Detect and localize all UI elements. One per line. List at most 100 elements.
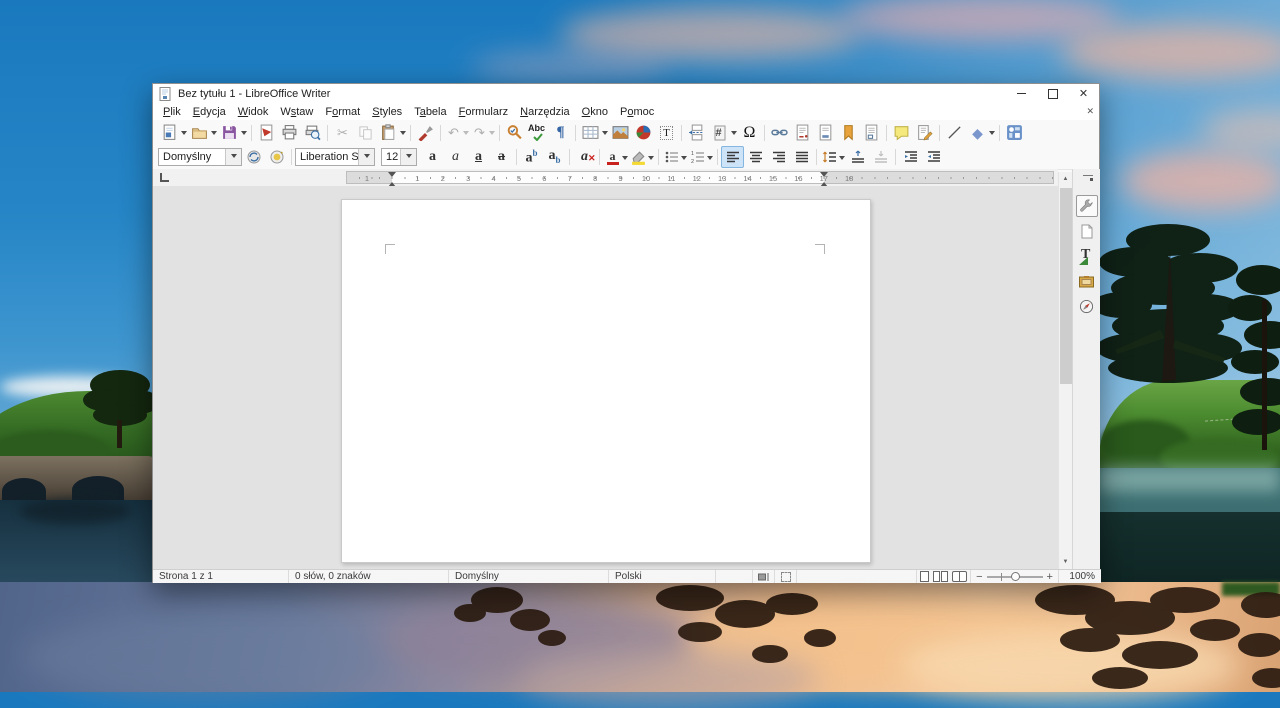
justify-button[interactable] xyxy=(790,146,813,168)
shapes-dropdown-arrow[interactable] xyxy=(989,131,995,138)
menu-edycja[interactable]: Edycja xyxy=(187,105,232,119)
sidebar-tab-properties[interactable] xyxy=(1076,195,1098,217)
sidebar-tab-gallery[interactable] xyxy=(1076,270,1098,292)
sidebar-tab-page[interactable] xyxy=(1076,220,1098,242)
paragraph-style-dropdown[interactable] xyxy=(225,149,241,165)
bullet-dropdown-arrow[interactable] xyxy=(681,156,687,163)
sidebar-tab-styles[interactable]: T xyxy=(1076,245,1098,267)
update-style-button[interactable] xyxy=(242,146,265,168)
multi-page-view-button[interactable] xyxy=(933,571,948,582)
bullet-list-button[interactable] xyxy=(662,146,681,168)
font-color-button[interactable]: a xyxy=(603,146,622,168)
increase-indent-button[interactable] xyxy=(899,146,922,168)
superscript-button[interactable]: ab xyxy=(520,146,543,168)
print-preview-button[interactable] xyxy=(301,122,324,144)
align-right-button[interactable] xyxy=(767,146,790,168)
tab-stop-selector[interactable] xyxy=(160,173,169,182)
insert-bookmark-button[interactable] xyxy=(837,122,860,144)
status-language[interactable]: Polski xyxy=(609,570,716,583)
redo-button[interactable]: ↷ xyxy=(470,122,489,144)
status-selection-mode[interactable] xyxy=(775,570,797,583)
decrease-paragraph-spacing-button[interactable] xyxy=(869,146,892,168)
line-spacing-dropdown-arrow[interactable] xyxy=(839,156,845,163)
insert-endnote-button[interactable] xyxy=(814,122,837,144)
numbered-list-button[interactable]: 1 2 xyxy=(688,146,707,168)
track-changes-button[interactable] xyxy=(913,122,936,144)
align-center-button[interactable] xyxy=(744,146,767,168)
cut-button[interactable]: ✂ xyxy=(331,122,354,144)
line-spacing-button[interactable] xyxy=(820,146,839,168)
insert-footnote-button[interactable] xyxy=(791,122,814,144)
font-name-combo[interactable]: Liberation Serif xyxy=(295,148,375,166)
sidebar-tab-navigator[interactable] xyxy=(1076,295,1098,317)
menu-okno[interactable]: Okno xyxy=(576,105,614,119)
menu-narzędzia[interactable]: Narzędzia xyxy=(514,105,576,119)
zoom-in-button[interactable]: + xyxy=(1047,571,1053,583)
zoom-slider-handle[interactable] xyxy=(1011,572,1020,581)
undo-button[interactable]: ↶ xyxy=(444,122,463,144)
decrease-indent-button[interactable] xyxy=(922,146,945,168)
numbered-dropdown-arrow[interactable] xyxy=(707,156,713,163)
save-button[interactable] xyxy=(218,122,241,144)
close-document-button[interactable]: ✕ xyxy=(1086,106,1094,117)
status-page-number[interactable]: Strona 1 z 1 xyxy=(153,570,289,583)
font-size-combo[interactable]: 12 xyxy=(381,148,417,166)
increase-paragraph-spacing-button[interactable] xyxy=(846,146,869,168)
document-page[interactable] xyxy=(341,199,871,563)
zoom-percent[interactable]: 100% xyxy=(1059,570,1101,583)
clear-formatting-button[interactable]: a✕ xyxy=(573,146,596,168)
status-insert-mode[interactable] xyxy=(753,570,775,583)
indent-marker-left[interactable] xyxy=(388,172,396,187)
italic-button[interactable]: a xyxy=(444,146,467,168)
redo-dropdown-arrow[interactable] xyxy=(489,131,495,138)
paste-button[interactable] xyxy=(377,122,400,144)
strikethrough-button[interactable]: a xyxy=(490,146,513,168)
book-view-button[interactable] xyxy=(952,571,967,582)
export-pdf-button[interactable] xyxy=(255,122,278,144)
subscript-button[interactable]: ab xyxy=(543,146,566,168)
new-document-button[interactable] xyxy=(158,122,181,144)
highlight-color-button[interactable] xyxy=(629,146,648,168)
insert-image-button[interactable] xyxy=(609,122,632,144)
scroll-up-button[interactable]: ▲ xyxy=(1059,172,1072,186)
vertical-scrollbar[interactable]: ▲ ▼ xyxy=(1058,172,1072,569)
document-area[interactable] xyxy=(153,186,1058,569)
insert-comment-button[interactable] xyxy=(890,122,913,144)
align-left-button[interactable] xyxy=(721,146,744,168)
font-name-dropdown[interactable] xyxy=(358,149,374,165)
minimize-button[interactable] xyxy=(1006,84,1037,103)
insert-page-break-button[interactable] xyxy=(685,122,708,144)
menu-pomoc[interactable]: Pomoc xyxy=(614,105,660,119)
table-dropdown-arrow[interactable] xyxy=(602,131,608,138)
spelling-button[interactable]: Abc xyxy=(526,122,549,144)
menu-format[interactable]: Format xyxy=(319,105,366,119)
titlebar[interactable]: Bez tytułu 1 - LibreOffice Writer ✕ xyxy=(153,84,1099,103)
copy-button[interactable] xyxy=(354,122,377,144)
scrollbar-thumb[interactable] xyxy=(1060,188,1072,384)
special-character-button[interactable]: Ω xyxy=(738,122,761,144)
horizontal-ruler[interactable]: 1 123456789101112131415161718 xyxy=(346,171,1054,184)
menu-widok[interactable]: Widok xyxy=(232,105,275,119)
insert-table-button[interactable] xyxy=(579,122,602,144)
field-dropdown-arrow[interactable] xyxy=(731,131,737,138)
paragraph-style-combo[interactable]: Domyślny xyxy=(158,148,242,166)
bold-button[interactable]: a xyxy=(421,146,444,168)
new-style-button[interactable] xyxy=(265,146,288,168)
open-dropdown-arrow[interactable] xyxy=(211,131,217,138)
print-button[interactable] xyxy=(278,122,301,144)
menu-styles[interactable]: Styles xyxy=(366,105,408,119)
paste-dropdown-arrow[interactable] xyxy=(400,131,406,138)
menu-wstaw[interactable]: Wstaw xyxy=(274,105,319,119)
font-size-dropdown[interactable] xyxy=(400,149,416,165)
insert-field-button[interactable]: # xyxy=(708,122,731,144)
basic-shapes-button[interactable]: ◆ xyxy=(966,122,989,144)
close-button[interactable]: ✕ xyxy=(1068,84,1099,103)
font-color-dropdown-arrow[interactable] xyxy=(622,156,628,163)
single-page-view-button[interactable] xyxy=(920,571,929,582)
menu-plik[interactable]: Plik xyxy=(157,105,187,119)
sidebar-settings-button[interactable] xyxy=(1081,175,1093,184)
insert-text-box-button[interactable]: T xyxy=(655,122,678,144)
underline-button[interactable]: a xyxy=(467,146,490,168)
insert-line-button[interactable] xyxy=(943,122,966,144)
status-word-count[interactable]: 0 słów, 0 znaków xyxy=(289,570,449,583)
